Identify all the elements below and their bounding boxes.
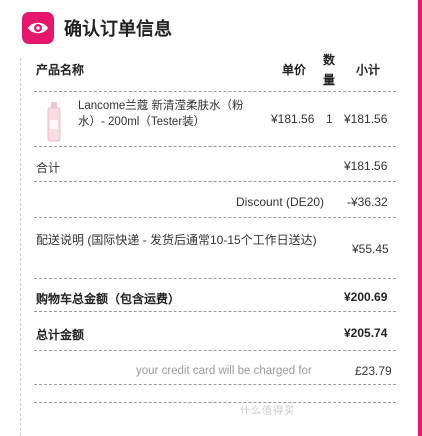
discount-value: -¥36.32 [347, 195, 388, 209]
divider [34, 91, 396, 92]
product-thumbnail [44, 102, 64, 142]
divider [34, 311, 396, 312]
grand-total-value: ¥205.74 [344, 326, 388, 340]
charge-note: your credit card will be charged for [136, 365, 312, 377]
column-header-subtotal: 小计 [356, 63, 381, 77]
item-quantity: 1 [326, 112, 333, 126]
page-title: 确认订单信息 [64, 19, 172, 39]
left-divider [20, 58, 21, 436]
shipping-value: ¥55.45 [352, 242, 389, 256]
grand-total-label: 总计金额 [36, 328, 85, 342]
discount-label: Discount (DE20) [236, 195, 325, 209]
order-confirm-header: 确认订单信息 [22, 8, 172, 48]
divider [34, 217, 396, 218]
column-header-qty-line2: 量 [322, 73, 335, 87]
charge-value: £23.79 [355, 364, 392, 378]
divider [34, 350, 396, 351]
cart-total-value: ¥200.69 [344, 290, 388, 304]
divider [34, 146, 396, 147]
watermark: 什么值得买 [240, 406, 295, 417]
cart-total-label: 购物车总金额（包含运费） [36, 292, 181, 306]
unit-price: ¥181.56 [271, 112, 315, 126]
shipping-description: 配送说明 (国际快递 - 发货后通常10-15个工作日送达) [36, 233, 317, 247]
accent-side-bar [418, 0, 422, 436]
item-subtotal: ¥181.56 [344, 112, 388, 126]
eye-icon [22, 12, 54, 44]
column-header-unit-price: 单价 [282, 63, 307, 77]
total-label: 合计 [36, 161, 61, 175]
divider [34, 278, 396, 279]
column-header-product: 产品名称 [36, 63, 85, 77]
divider [34, 384, 396, 385]
total-value: ¥181.56 [344, 159, 388, 173]
divider [34, 181, 396, 182]
column-header-qty-line1: 数 [322, 53, 335, 67]
divider [34, 402, 396, 403]
column-header-qty: 数 量 [321, 50, 337, 90]
product-name-link[interactable]: Lancome兰蔻 新清滢柔肤水（粉水）- 200ml（Tester装） [78, 98, 268, 130]
